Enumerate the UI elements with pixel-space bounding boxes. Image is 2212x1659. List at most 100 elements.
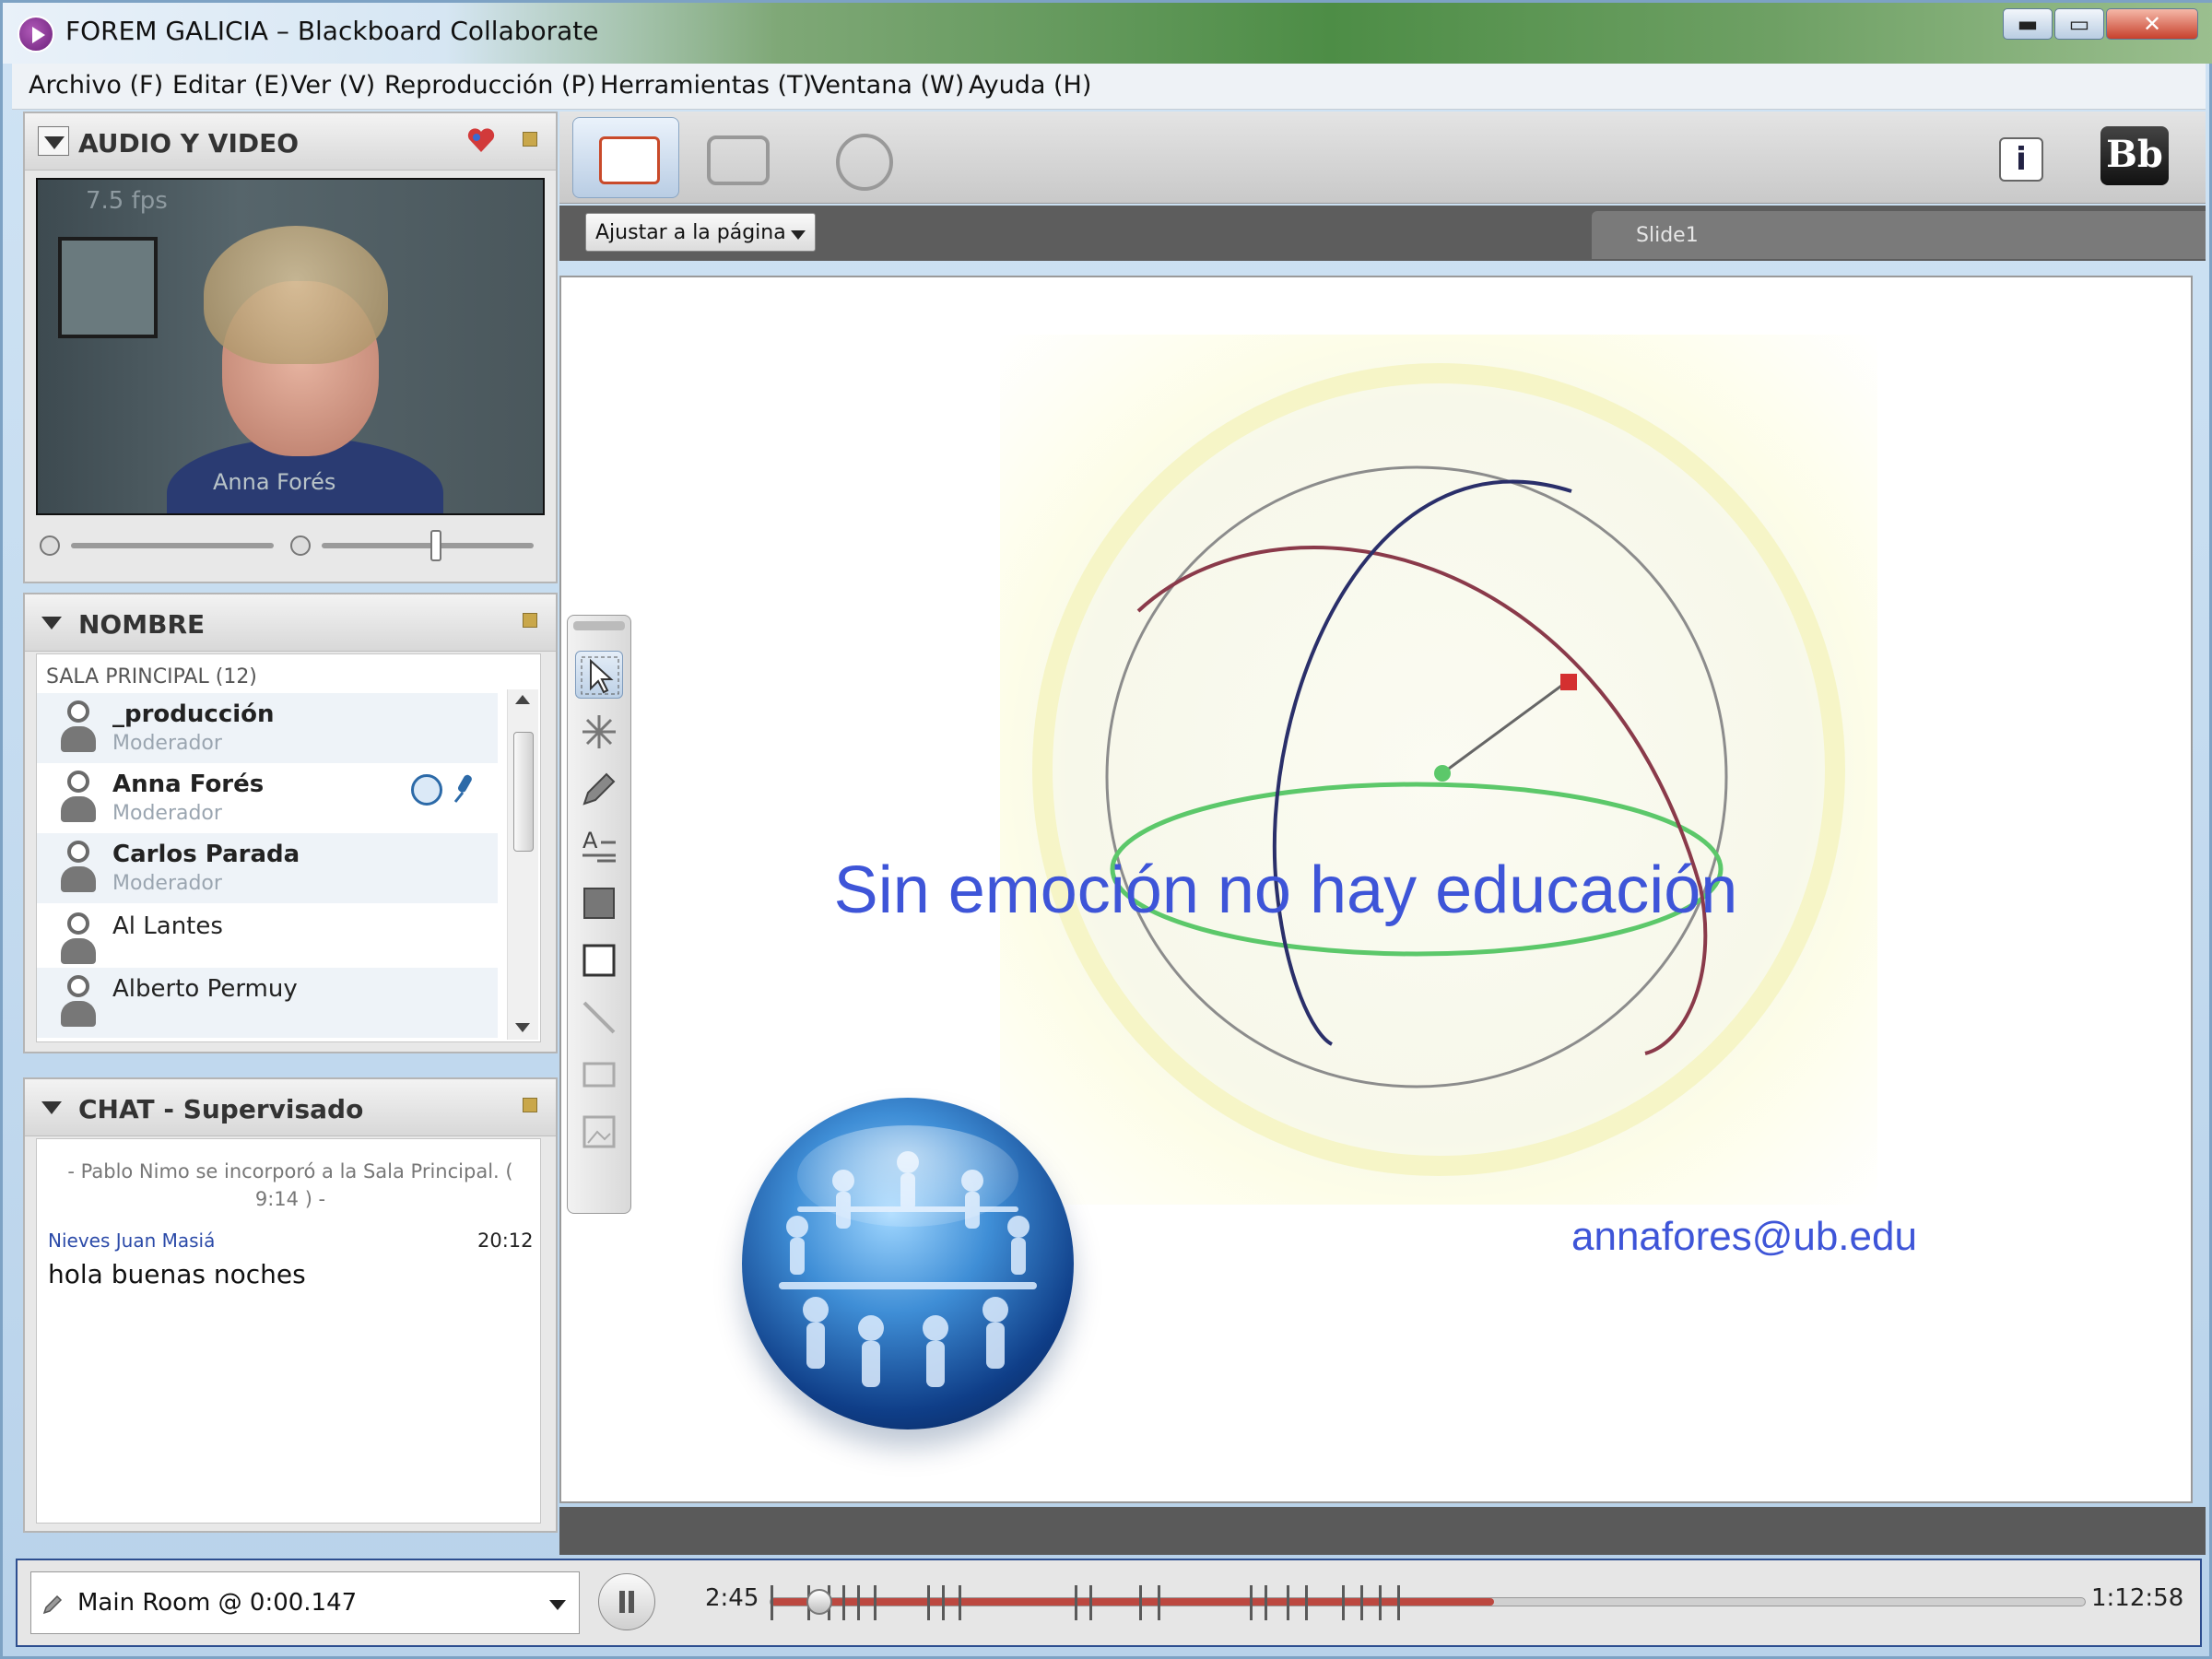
participants-panel: NOMBRE SALA PRINCIPAL (12) _producción M… <box>23 593 558 1053</box>
playback-bar: Main Room @ 0:00.147 2:45 1:12:58 <box>16 1559 2202 1647</box>
timeline-marker <box>959 1585 961 1620</box>
participant-row[interactable]: Al Lantes <box>37 905 498 975</box>
menu-ayuda[interactable]: Ayuda (H) <box>969 71 1091 100</box>
pause-button[interactable] <box>598 1573 655 1630</box>
collapse-icon[interactable] <box>41 617 62 629</box>
audio-panel-header[interactable]: AUDIO Y VIDEO <box>25 113 556 171</box>
menu-reproduccion[interactable]: Reproducción (P) <box>384 71 595 100</box>
chat-panel-title: CHAT - Supervisado <box>78 1094 364 1124</box>
main-toolbar: i Bb <box>559 112 2206 204</box>
timeline-marker <box>1287 1585 1289 1620</box>
filled-rectangle-tool-button[interactable] <box>575 879 623 927</box>
user-icon <box>57 975 100 1029</box>
app-window: FOREM GALICIA – Blackboard Collaborate ▬… <box>0 0 2212 1659</box>
slide-footer-bar <box>559 1507 2206 1555</box>
laser-pointer-button[interactable] <box>575 708 623 756</box>
playback-timeline[interactable] <box>770 1585 2086 1620</box>
collapse-icon[interactable] <box>41 1101 62 1114</box>
mic-level-slider[interactable] <box>71 543 274 548</box>
volume-slider-thumb[interactable] <box>430 530 441 561</box>
timeline-marker <box>1250 1585 1253 1620</box>
participant-row[interactable]: Carlos Parada Moderador <box>37 833 498 903</box>
minimize-button[interactable]: ▬ <box>2003 8 2053 40</box>
chevron-down-icon <box>549 1600 566 1610</box>
chevron-down-icon <box>44 136 65 149</box>
chat-panel: CHAT - Supervisado - Pablo Nimo se incor… <box>23 1077 558 1533</box>
room-select[interactable]: Main Room @ 0:00.147 <box>30 1571 580 1634</box>
laser-pointer-icon <box>582 715 616 748</box>
whiteboard-slide[interactable]: Sin emoción no hay educación annafores@u… <box>559 276 2193 1503</box>
timeline-markers <box>771 1585 2085 1620</box>
window-title: FOREM GALICIA – Blackboard Collaborate <box>65 16 599 46</box>
timeline-marker <box>1265 1585 1267 1620</box>
timeline-marker <box>771 1585 773 1620</box>
palette-drag-handle[interactable] <box>573 621 625 630</box>
chat-message-text: hola buenas noches <box>48 1259 306 1289</box>
screen-capture-icon <box>582 1062 616 1088</box>
maximize-button[interactable]: ▭ <box>2054 8 2104 40</box>
scroll-up-icon[interactable] <box>515 695 530 704</box>
panel-menu-icon[interactable] <box>523 132 537 147</box>
panel-dropdown-button[interactable] <box>38 126 69 156</box>
room-label: SALA PRINCIPAL (12) <box>46 665 257 688</box>
hollow-rect-icon <box>582 944 616 977</box>
application-share-button[interactable] <box>679 117 786 198</box>
moderator-icon <box>411 774 442 806</box>
panel-menu-icon[interactable] <box>523 613 537 628</box>
clip-art-tool-button[interactable] <box>575 1108 623 1156</box>
participant-row[interactable]: Alberto Permuy <box>37 968 498 1038</box>
title-bar[interactable]: FOREM GALICIA – Blackboard Collaborate ▬… <box>3 3 2212 64</box>
info-button[interactable]: i <box>1979 117 2062 198</box>
participant-row[interactable]: Anna Forés Moderador <box>37 763 498 833</box>
chat-panel-header[interactable]: CHAT - Supervisado <box>25 1079 556 1136</box>
whiteboard-button[interactable] <box>572 117 679 198</box>
video-speaker-name: Anna Forés <box>213 469 336 495</box>
playback-scrubber[interactable] <box>806 1589 832 1615</box>
line-tool-icon <box>582 1001 616 1034</box>
menu-herramientas[interactable]: Herramientas (T) <box>600 71 812 100</box>
select-tool-button[interactable] <box>575 651 623 699</box>
app-share-icon <box>707 135 770 185</box>
audio-settings-icon[interactable] <box>465 126 497 154</box>
video-feed: 7.5 fps Anna Forés <box>36 178 545 515</box>
menu-editar[interactable]: Editar (E) <box>172 71 289 100</box>
speaker-volume-slider[interactable] <box>322 543 534 548</box>
slide-tab[interactable]: Slide1 <box>1592 211 2206 259</box>
scroll-thumb[interactable] <box>513 732 534 852</box>
hollow-rectangle-tool-button[interactable] <box>575 936 623 984</box>
menu-ventana[interactable]: Ventana (W) <box>810 71 964 100</box>
info-icon: i <box>1999 137 2043 182</box>
screen-capture-tool-button[interactable] <box>575 1051 623 1099</box>
audio-panel-title: AUDIO Y VIDEO <box>78 128 300 159</box>
scroll-down-icon[interactable] <box>515 1023 530 1032</box>
text-tool-button[interactable]: A <box>575 822 623 870</box>
svg-text:A: A <box>582 828 598 853</box>
pencil-tool-button[interactable] <box>575 765 623 813</box>
speaker-volume-icon <box>290 535 311 556</box>
menu-archivo[interactable]: Archivo (F) <box>29 71 163 100</box>
timeline-marker <box>857 1585 860 1620</box>
fit-page-select-value: Ajustar a la página <box>595 221 786 244</box>
blackboard-button[interactable]: Bb <box>2080 117 2191 198</box>
close-button[interactable]: ✕ <box>2106 8 2198 40</box>
timeline-marker <box>1158 1585 1160 1620</box>
web-tour-button[interactable] <box>803 117 910 198</box>
participant-list-scrollbar[interactable] <box>507 689 538 1040</box>
fit-page-select[interactable]: Ajustar a la página <box>585 213 816 252</box>
timeline-marker <box>927 1585 930 1620</box>
panel-menu-icon[interactable] <box>523 1098 537 1112</box>
menu-ver[interactable]: Ver (V) <box>290 71 375 100</box>
line-tool-button[interactable] <box>575 994 623 1041</box>
timeline-marker <box>842 1585 845 1620</box>
participant-name: Al Lantes <box>112 912 223 940</box>
timeline-marker <box>1360 1585 1363 1620</box>
participants-panel-header[interactable]: NOMBRE <box>25 594 556 652</box>
clip-art-icon <box>582 1115 616 1148</box>
participant-row[interactable]: _producción Moderador <box>37 693 498 763</box>
microphone-level-icon <box>40 535 60 556</box>
participant-name: Alberto Permuy <box>112 975 298 1003</box>
participant-role: Moderador <box>112 732 222 755</box>
slide-email: annafores@ub.edu <box>1571 1214 1917 1259</box>
total-time: 1:12:58 <box>2091 1584 2184 1612</box>
blackboard-logo-icon: Bb <box>2100 126 2169 185</box>
